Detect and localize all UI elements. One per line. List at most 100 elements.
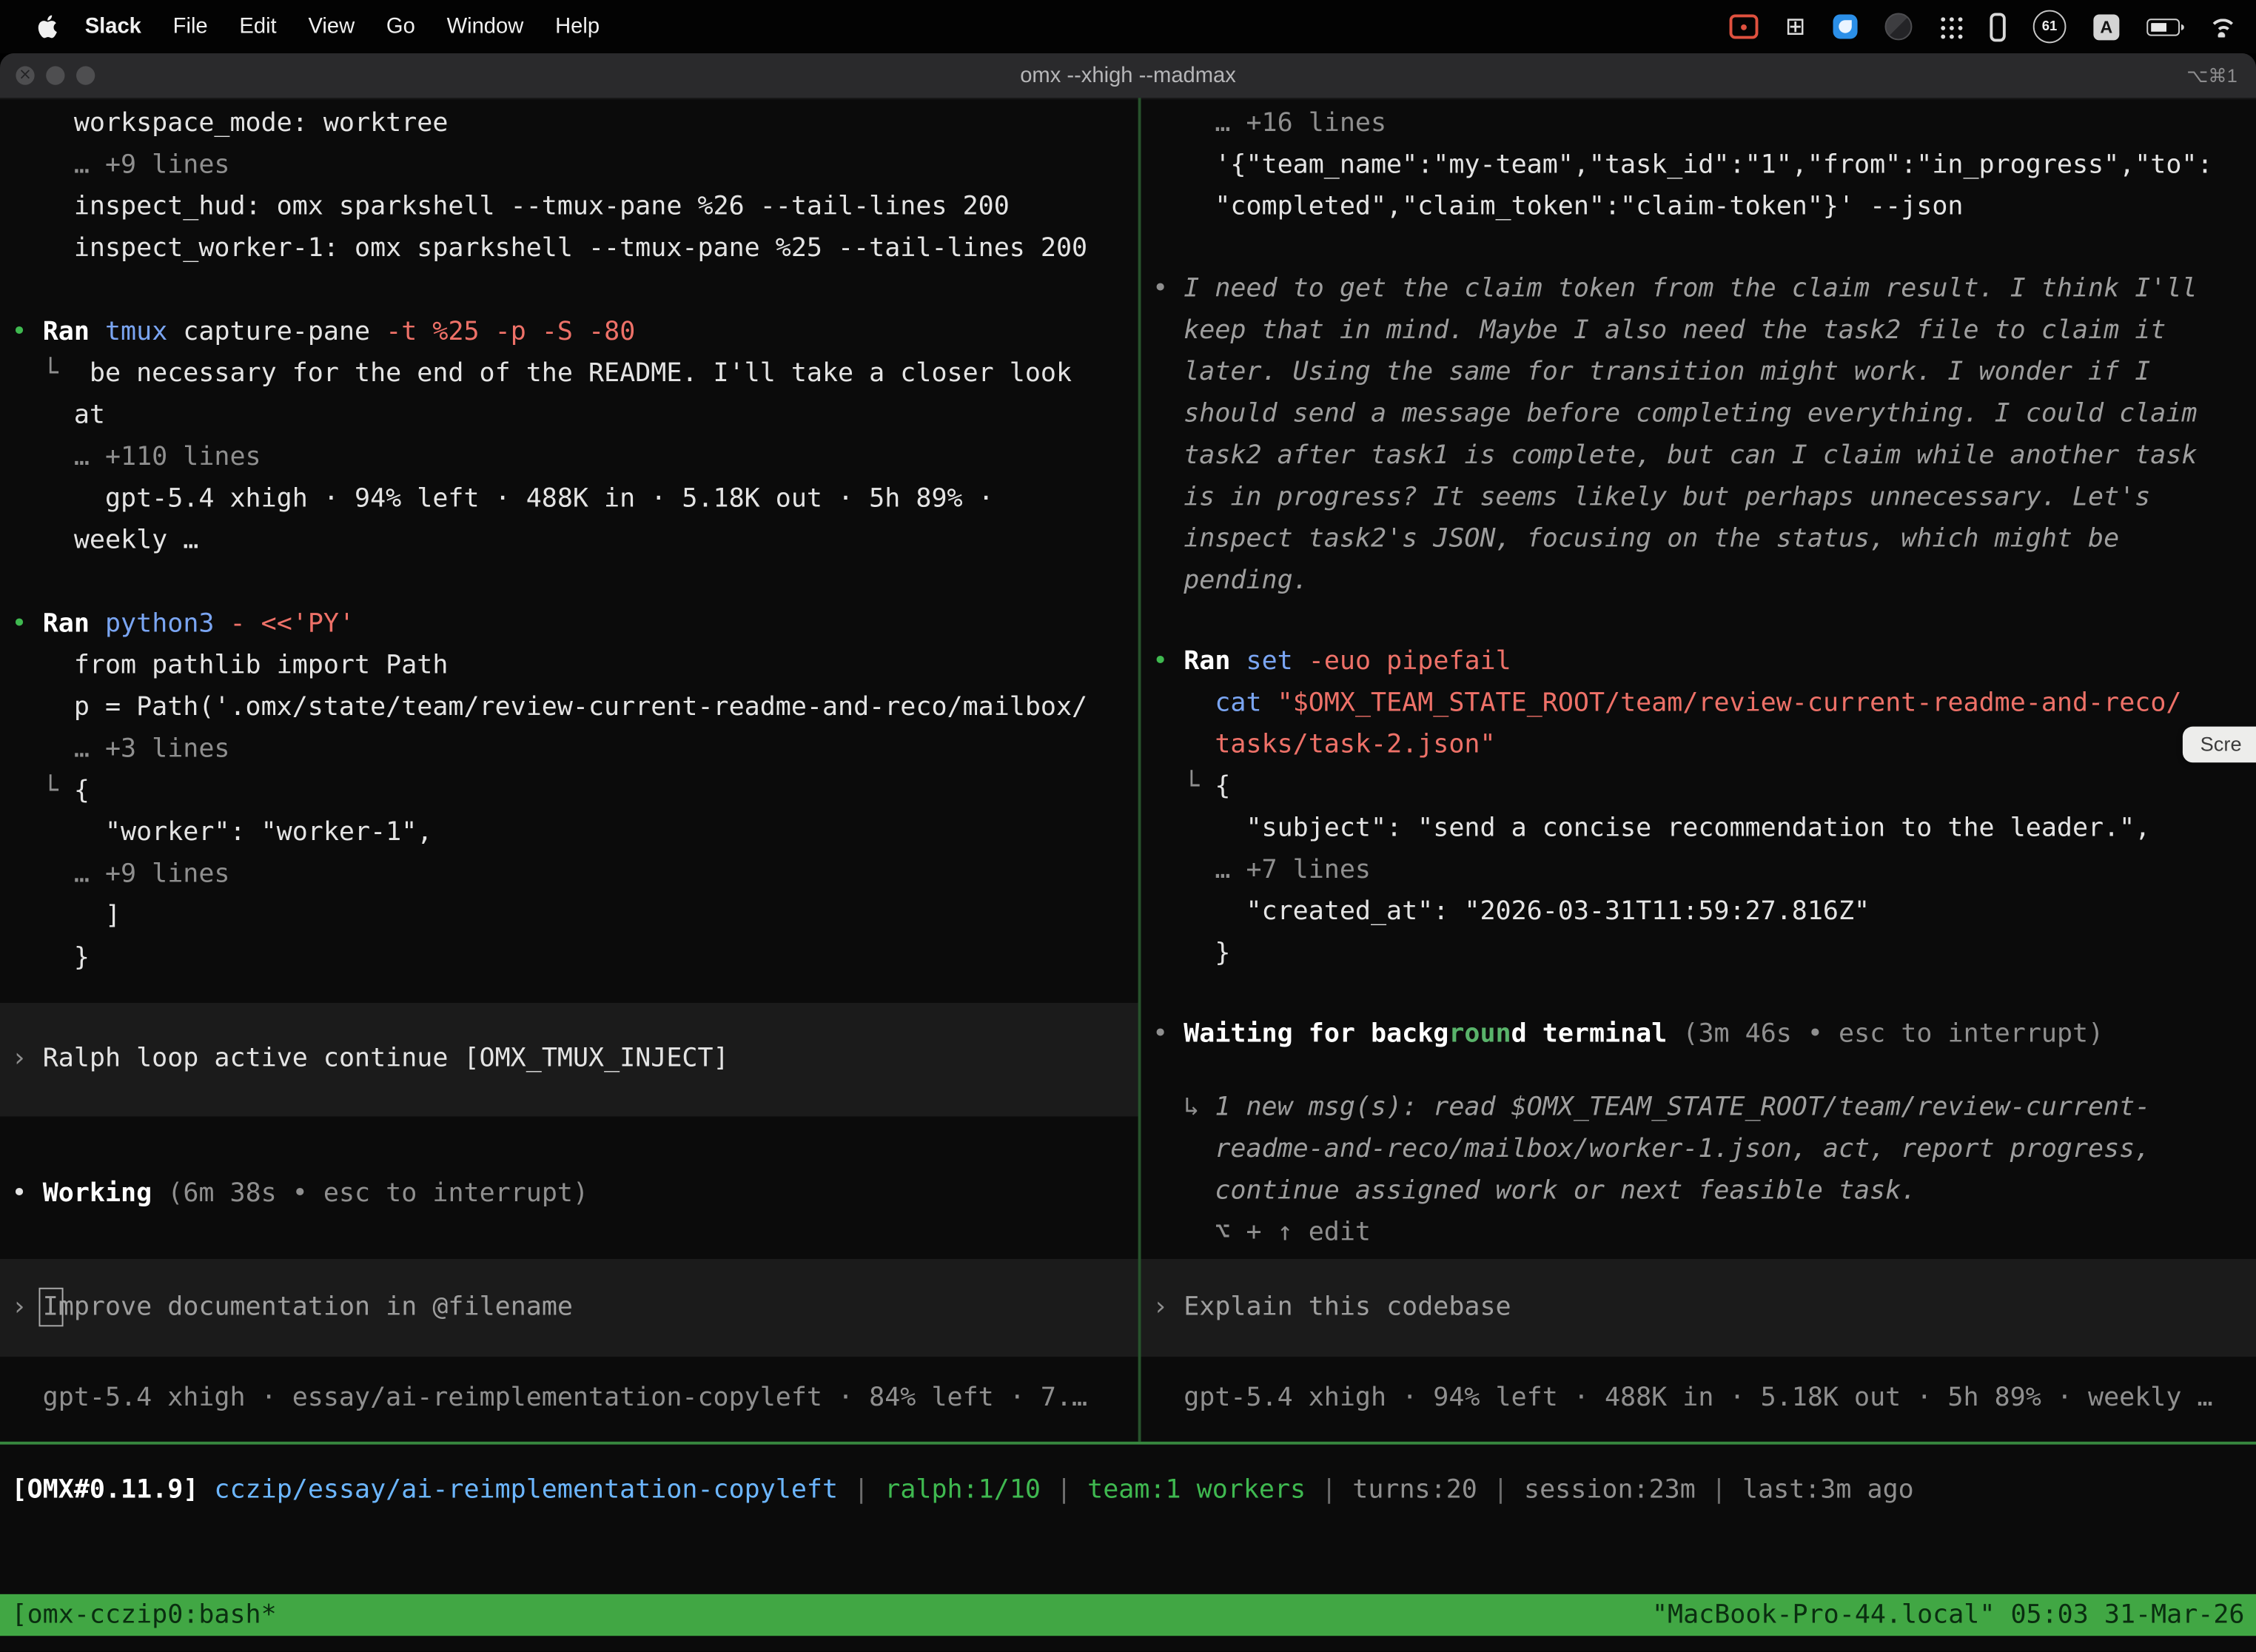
text-segment: (3m 46s • esc to interrupt) — [1682, 1018, 2104, 1049]
screen-share-overlay[interactable]: Scre — [2183, 727, 2256, 763]
text-segment: ↳ — [1152, 1092, 1215, 1122]
dark-app-icon[interactable] — [1885, 13, 1913, 40]
text-segment: Ran — [43, 317, 105, 347]
terminal-line: … +110 lines — [12, 436, 1138, 477]
screen-record-icon[interactable] — [1729, 14, 1758, 38]
menu-item-edit[interactable]: Edit — [224, 14, 292, 38]
menu-item-go[interactable]: Go — [371, 14, 432, 38]
text-segment — [1152, 688, 1215, 718]
text-segment: continue assigned work or next feasible … — [1152, 1175, 1916, 1206]
battery-percent-badge[interactable]: 61 — [2033, 10, 2067, 44]
text-segment: └ — [12, 358, 90, 389]
text-segment: } — [1152, 938, 1230, 968]
macos-menubar: SlackFileEditViewGoWindowHelp ⊞ 61 A — [0, 0, 2256, 53]
menubar-status-icons: ⊞ 61 A — [1729, 10, 2236, 44]
terminal-line: "completed","claim_token":"claim-token"}… — [1152, 186, 2256, 227]
terminal-line: '{"team_name":"my-team","task_id":"1","f… — [1152, 144, 2256, 185]
text-segment: "completed","claim_token":"claim-token"}… — [1152, 192, 1963, 222]
terminal-line: workspace_mode: worktree — [12, 102, 1138, 144]
text-segment: • — [12, 317, 43, 347]
text-segment: … +9 lines — [12, 150, 230, 180]
text-segment: tasks/task-2.json" — [1215, 730, 1495, 760]
text-segment: | — [1696, 1474, 1742, 1505]
text-segment: later. Using the same for transition mig… — [1152, 357, 2150, 387]
text-segment: Ran — [43, 608, 105, 639]
terminal-line: readme-and-reco/mailbox/worker-1.json, a… — [1152, 1128, 2256, 1169]
text-segment: › — [1152, 1292, 1184, 1323]
tmux-status-bar: [omx-cczip0:bash* "MacBook-Pro-44.local"… — [0, 1594, 2256, 1636]
zoom-button[interactable] — [76, 66, 95, 84]
terminal-line: "created_at": "2026-03-31T11:59:27.816Z" — [1152, 890, 2256, 932]
terminal-line: … +16 lines — [1152, 102, 2256, 144]
text-segment: … +3 lines — [12, 733, 230, 764]
apple-menu-icon[interactable] — [38, 14, 58, 38]
text-segment: weekly … — [12, 526, 199, 556]
window-titlebar[interactable]: omx --xhigh --madmax ⌥⌘1 — [0, 53, 2256, 99]
dots-grid-icon[interactable] — [1939, 15, 1962, 38]
menu-item-view[interactable]: View — [292, 14, 370, 38]
battery-icon[interactable] — [2146, 18, 2180, 35]
grid-icon[interactable]: ⊞ — [1785, 14, 1806, 38]
text-segment: I need to get the claim token from the c… — [1184, 273, 2197, 303]
wifi-icon[interactable] — [2207, 16, 2236, 37]
text-segment: └ — [1152, 771, 1215, 802]
terminal-line: p = Path('.omx/state/team/review-current… — [12, 686, 1138, 728]
apple-logo-icon — [38, 14, 58, 38]
text-segment: roun — [1448, 1018, 1511, 1049]
terminal-line: from pathlib import Path — [12, 645, 1138, 686]
text-segment: • — [1152, 1018, 1184, 1049]
text-segment: set — [1246, 646, 1309, 676]
text-segment: last:3m ago — [1742, 1474, 1914, 1505]
text-segment: … +110 lines — [12, 442, 261, 472]
menu-item-slack[interactable]: Slack — [69, 14, 157, 38]
terminal-line: } — [12, 936, 1138, 978]
input-source-icon[interactable]: A — [2093, 13, 2119, 39]
text-segment: | — [1306, 1474, 1352, 1505]
prompt-line[interactable]: › Ralph loop active continue [OMX_TMUX_I… — [0, 1003, 1138, 1117]
text-segment: cat — [1215, 688, 1277, 718]
pane-divider-vertical[interactable] — [1138, 98, 1141, 1442]
terminal-line: gpt-5.4 xhigh · 94% left · 488K in · 5.1… — [12, 477, 1138, 519]
text-segment: task2 after task1 is complete, but can I… — [1152, 440, 2197, 471]
text-segment: session:23m — [1524, 1474, 1696, 1505]
tmux-host-clock: "MacBook-Pro-44.local" 05:03 31-Mar-26 — [1652, 1594, 2245, 1636]
prompt-line[interactable]: › Improve documentation in @filename — [0, 1259, 1138, 1357]
text-segment: ⌥ + ↑ edit — [1152, 1218, 1371, 1248]
text-segment: ralph:1/10 — [884, 1474, 1041, 1505]
terminal-line: └ be necessary for the end of the README… — [12, 352, 1138, 394]
text-segment: d terminal — [1511, 1018, 1683, 1049]
pane-divider-horizontal[interactable] — [0, 1442, 2256, 1445]
key-icon[interactable] — [1990, 13, 2005, 41]
left-pane[interactable]: workspace_mode: worktree … +9 lines insp… — [0, 98, 1138, 1442]
minimize-button[interactable] — [46, 66, 64, 84]
text-segment: from pathlib import Path — [12, 651, 449, 681]
close-button[interactable] — [16, 66, 34, 84]
terminal-line: at — [12, 394, 1138, 436]
terminal-line: task2 after task1 is complete, but can I… — [1152, 434, 2256, 476]
text-segment: "subject": "send a concise recommendatio… — [1152, 813, 2150, 843]
text-segment: "created_at": "2026-03-31T11:59:27.816Z" — [1152, 896, 1870, 927]
text-segment: keep that in mind. Maybe I also need the… — [1152, 315, 2166, 346]
terminal-line: • Ran set -euo pipefail — [1152, 640, 2256, 682]
menu-item-help[interactable]: Help — [540, 14, 616, 38]
menu-items: SlackFileEditViewGoWindowHelp — [69, 14, 615, 38]
text-segment: Explain this codebase — [1184, 1292, 1511, 1323]
hud-line: [OMX#0.11.9] cczip/essay/ai-reimplementa… — [12, 1469, 1914, 1511]
terminal-line: • Ran python3 - <<'PY' — [12, 602, 1138, 644]
text-segment: mprove documentation in @filename — [58, 1292, 573, 1323]
blue-app-icon[interactable] — [1833, 14, 1858, 38]
text-segment: … +9 lines — [12, 859, 230, 890]
text-segment: | — [1041, 1474, 1087, 1505]
menu-item-window[interactable]: Window — [431, 14, 539, 38]
terminal-line: … +3 lines — [12, 728, 1138, 770]
right-pane[interactable]: … +16 lines '{"team_name":"my-team","tas… — [1141, 98, 2256, 1442]
text-segment: } — [12, 942, 90, 973]
text-segment: tmux — [105, 317, 183, 347]
terminal-line: inspect task2's JSON, focusing on the st… — [1152, 518, 2256, 560]
prompt-line[interactable]: › Explain this codebase — [1141, 1259, 2256, 1357]
menu-item-file[interactable]: File — [157, 14, 224, 38]
text-segment: └ — [12, 776, 74, 806]
text-segment: Working — [43, 1178, 168, 1209]
window-shortcut: ⌥⌘1 — [2186, 64, 2237, 87]
text-segment: at — [12, 400, 105, 430]
